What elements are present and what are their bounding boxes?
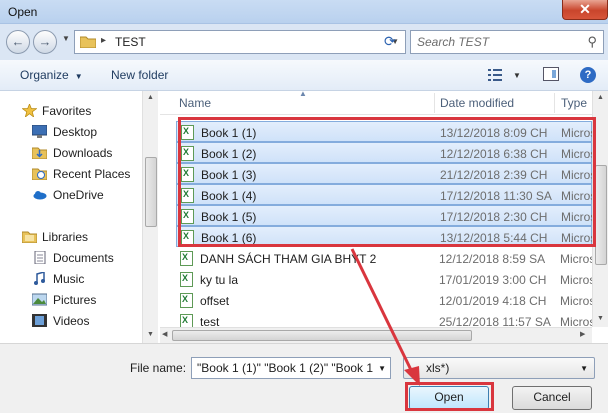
- search-icon[interactable]: ⚲: [587, 34, 597, 50]
- window-title: Open: [8, 5, 38, 19]
- excel-file-icon: [180, 293, 193, 308]
- address-bar[interactable]: ▸ TEST ▼: [74, 30, 406, 54]
- sidebar-item-libraries[interactable]: Libraries: [0, 227, 142, 247]
- downloads-icon: [32, 147, 47, 159]
- pictures-icon: [32, 293, 47, 306]
- scroll-up-icon[interactable]: ▲: [597, 94, 604, 101]
- file-type: Micros: [560, 273, 594, 287]
- new-folder-button[interactable]: New folder: [111, 68, 168, 82]
- scroll-left-icon[interactable]: ◀: [162, 330, 167, 338]
- close-button[interactable]: ✕: [562, 0, 608, 20]
- sidebar-label-libraries: Libraries: [42, 230, 89, 244]
- scroll-down-icon[interactable]: ▼: [147, 331, 154, 338]
- breadcrumb-separator[interactable]: ▸: [101, 35, 106, 46]
- recent-places-icon: [32, 168, 47, 180]
- sidebar-item-music[interactable]: Music: [0, 269, 142, 289]
- sidebar-label-downloads: Downloads: [53, 146, 113, 160]
- sidebar-item-desktop[interactable]: Desktop: [0, 122, 142, 142]
- sidebar-item-documents[interactable]: Documents: [0, 248, 142, 268]
- file-type-select[interactable]: xls*) ▼: [403, 357, 595, 379]
- sidebar-scroll-thumb[interactable]: [145, 157, 157, 227]
- selection-highlight-box: [178, 117, 596, 247]
- vertical-scroll-thumb[interactable]: [595, 165, 607, 265]
- back-button[interactable]: ←: [6, 30, 30, 54]
- title-bar: Open ✕: [0, 0, 608, 24]
- file-date: 12/12/2018 8:59 SA: [439, 252, 546, 266]
- scroll-up-icon[interactable]: ▲: [147, 94, 154, 101]
- preview-pane-icon[interactable]: [543, 67, 559, 81]
- chevron-down-icon: ▼: [74, 72, 83, 81]
- sidebar-item-downloads[interactable]: Downloads: [0, 143, 142, 163]
- file-date: 12/01/2019 4:18 CH: [439, 294, 547, 308]
- libraries-icon: [22, 231, 37, 243]
- column-divider[interactable]: [434, 93, 435, 113]
- sidebar-label-documents: Documents: [53, 251, 114, 265]
- navigation-bar: ← → ▼ ▸ TEST ▼ ⟳ Search TEST ⚲: [0, 24, 608, 60]
- file-name-label: File name:: [130, 361, 187, 375]
- file-name-input[interactable]: "Book 1 (1)" "Book 1 (2)" "Book 1 ( ▼: [191, 357, 391, 379]
- folder-icon: [80, 36, 96, 48]
- sidebar-scrollbar[interactable]: ▲ ▼: [142, 91, 158, 343]
- sidebar-label-recent-places: Recent Places: [53, 167, 131, 181]
- desktop-icon: [32, 125, 47, 138]
- file-name: ky tu la: [200, 273, 239, 287]
- organize-button[interactable]: Organize ▼: [20, 68, 83, 82]
- sidebar-item-pictures[interactable]: Pictures: [0, 290, 142, 310]
- chevron-down-icon[interactable]: ▼: [378, 364, 386, 373]
- file-name: offset: [200, 294, 230, 308]
- file-list-horizontal-scrollbar[interactable]: ◀ ▶: [160, 327, 592, 343]
- search-placeholder: Search TEST: [417, 35, 490, 49]
- documents-icon: [34, 251, 46, 264]
- column-date-modified[interactable]: Date modified: [440, 96, 514, 110]
- scroll-down-icon[interactable]: ▼: [597, 315, 604, 322]
- sort-ascending-icon: ▲: [299, 89, 307, 98]
- file-name: DANH SÁCH THAM GIA BHYT 2: [200, 252, 377, 266]
- navigation-pane: Favorites Desktop Downloads Recent Place…: [0, 91, 158, 343]
- dialog-footer: File name: "Book 1 (1)" "Book 1 (2)" "Bo…: [0, 343, 608, 413]
- breadcrumb-test[interactable]: TEST: [115, 35, 146, 49]
- organize-label: Organize: [20, 68, 69, 82]
- music-icon: [34, 272, 45, 285]
- sidebar-label-pictures: Pictures: [53, 293, 97, 307]
- sidebar-label-videos: Videos: [53, 314, 90, 328]
- sidebar-item-videos[interactable]: Videos: [0, 311, 142, 331]
- recent-pages-dropdown-icon[interactable]: ▼: [62, 34, 70, 43]
- cancel-button[interactable]: Cancel: [512, 386, 592, 410]
- file-type-value: xls*): [426, 361, 450, 375]
- sidebar-label-music: Music: [53, 272, 85, 286]
- sidebar-label-onedrive: OneDrive: [53, 188, 104, 202]
- sidebar-label-favorites: Favorites: [42, 104, 92, 118]
- file-type: Micros: [560, 252, 594, 266]
- videos-icon: [32, 314, 47, 327]
- file-row[interactable]: DANH SÁCH THAM GIA BHYT 2 12/12/2018 8:5…: [176, 248, 594, 269]
- command-bar: Organize ▼ New folder ▼ ?: [0, 60, 608, 91]
- scroll-right-icon[interactable]: ▶: [580, 330, 585, 338]
- sidebar-label-desktop: Desktop: [53, 125, 98, 139]
- file-type: Micros: [560, 294, 594, 308]
- view-options-icon[interactable]: [488, 69, 502, 81]
- file-date: 17/01/2019 3:00 CH: [439, 273, 547, 287]
- file-row[interactable]: offset 12/01/2019 4:18 CH Micros: [176, 290, 594, 311]
- horizontal-scroll-thumb[interactable]: [172, 330, 472, 341]
- file-row[interactable]: ky tu la 17/01/2019 3:00 CH Micros: [176, 269, 594, 290]
- file-name-value: "Book 1 (1)" "Book 1 (2)" "Book 1 (: [197, 361, 373, 375]
- refresh-icon[interactable]: ⟳: [384, 33, 402, 49]
- excel-file-icon: [180, 272, 193, 287]
- forward-button[interactable]: →: [33, 30, 57, 54]
- column-divider[interactable]: [554, 93, 555, 113]
- open-button-highlight-box: [405, 382, 494, 411]
- sidebar-item-favorites[interactable]: Favorites: [0, 101, 142, 121]
- column-header: ▲ Name Date modified Type: [160, 89, 608, 115]
- search-input[interactable]: Search TEST ⚲: [410, 30, 604, 54]
- help-icon[interactable]: ?: [580, 67, 596, 83]
- column-name[interactable]: Name: [179, 96, 211, 110]
- excel-file-icon: [180, 251, 193, 266]
- chevron-down-icon: ▼: [580, 364, 588, 373]
- sidebar-item-onedrive[interactable]: OneDrive: [0, 185, 142, 205]
- column-type[interactable]: Type: [561, 96, 587, 110]
- sidebar-item-recent-places[interactable]: Recent Places: [0, 164, 142, 184]
- star-icon: [22, 104, 37, 117]
- onedrive-icon: [33, 191, 47, 200]
- view-dropdown-icon[interactable]: ▼: [513, 71, 521, 80]
